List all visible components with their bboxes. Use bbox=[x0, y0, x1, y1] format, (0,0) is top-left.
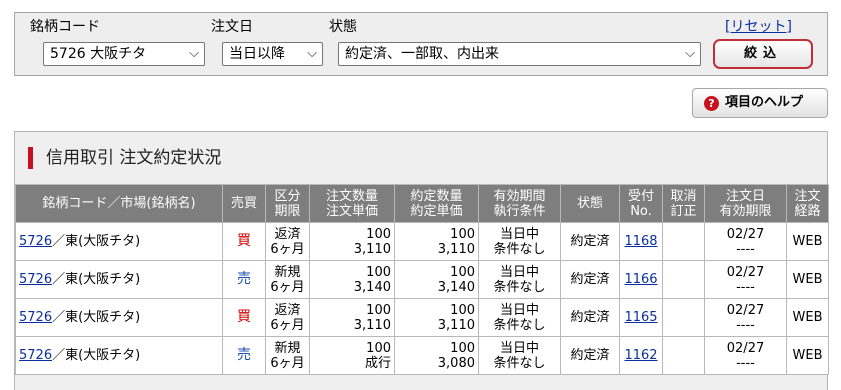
chevron-down-icon: ⌵ bbox=[189, 46, 199, 61]
status-cell: 約定済 bbox=[560, 336, 620, 375]
col-side-header: 売買 bbox=[222, 184, 266, 223]
col-order-qty-header: 注文数量 注文単価 bbox=[309, 184, 395, 223]
chevron-down-icon: ⌵ bbox=[685, 46, 695, 61]
validity-cell: 当日中 条件なし bbox=[478, 222, 561, 261]
kubun-cell: 新規 6ヶ月 bbox=[265, 336, 310, 375]
receipt-cell: 1165 bbox=[619, 298, 663, 337]
col-symbol-header: 銘柄コード／市場(銘柄名) bbox=[15, 184, 223, 223]
section-header: 信用取引 注文約定状況 bbox=[15, 132, 827, 184]
symbol-select-value: 5726 大阪チタ bbox=[50, 46, 147, 62]
symbol-label: 銘柄コード bbox=[30, 19, 100, 35]
status-cell: 約定済 bbox=[560, 222, 620, 261]
order-date-select-value: 当日以降 bbox=[229, 46, 285, 62]
col-validity-header: 有効期間 執行条件 bbox=[478, 184, 561, 223]
validity-cell: 当日中 条件なし bbox=[478, 336, 561, 375]
market-name: ／東(大阪チタ) bbox=[52, 234, 141, 249]
symbol-cell: 5726／東(大阪チタ) bbox=[15, 222, 223, 261]
symbol-code-link[interactable]: 5726 bbox=[19, 310, 52, 325]
question-icon: ? bbox=[704, 96, 719, 111]
reset-link[interactable]: [リセット] bbox=[725, 18, 792, 36]
col-cancel-header: 取消 訂正 bbox=[662, 184, 705, 223]
market-name: ／東(大阪チタ) bbox=[52, 348, 141, 363]
help-button-label: 項目のヘルプ bbox=[725, 95, 804, 110]
receipt-link[interactable]: 1168 bbox=[624, 234, 657, 249]
filter-button[interactable]: 絞込 bbox=[713, 39, 813, 69]
col-status-header: 状態 bbox=[560, 184, 620, 223]
field-help-button[interactable]: ? 項目のヘルプ bbox=[692, 88, 828, 118]
symbol-code-link[interactable]: 5726 bbox=[19, 272, 52, 287]
order-date-select[interactable]: 当日以降 ⌵ bbox=[222, 42, 323, 66]
symbol-code-link[interactable]: 5726 bbox=[19, 234, 52, 249]
status-cell: 約定済 bbox=[560, 260, 620, 299]
order-qty-cell: 100 3,140 bbox=[309, 260, 395, 299]
filter-panel: 銘柄コード 注文日 状態 [リセット] 5726 大阪チタ ⌵ 当日以降 ⌵ 約… bbox=[14, 12, 828, 76]
col-order-date-header: 注文日 有効期限 bbox=[704, 184, 787, 223]
exec-qty-cell: 100 3,110 bbox=[394, 222, 479, 261]
receipt-cell: 1168 bbox=[619, 222, 663, 261]
order-qty-cell: 100 3,110 bbox=[309, 298, 395, 337]
order-qty-cell: 100 3,110 bbox=[309, 222, 395, 261]
exec-qty-cell: 100 3,080 bbox=[394, 336, 479, 375]
symbol-code-link[interactable]: 5726 bbox=[19, 348, 52, 363]
side-cell: 買 bbox=[222, 222, 266, 261]
route-cell: WEB bbox=[786, 222, 829, 261]
table-row: 5726／東(大阪チタ) 売 新規 6ヶ月 100 成行 100 3,080 当日中条… bbox=[15, 336, 829, 375]
kubun-cell: 新規 6ヶ月 bbox=[265, 260, 310, 299]
col-route-header: 注文 経路 bbox=[786, 184, 829, 223]
route-cell: WEB bbox=[786, 336, 829, 375]
kubun-cell: 返済 6ヶ月 bbox=[265, 222, 310, 261]
receipt-link[interactable]: 1166 bbox=[624, 272, 657, 287]
market-name: ／東(大阪チタ) bbox=[52, 310, 141, 325]
cancel-cell bbox=[662, 222, 705, 261]
side-cell: 売 bbox=[222, 336, 266, 375]
side-cell: 売 bbox=[222, 260, 266, 299]
order-date-label: 注文日 bbox=[211, 19, 253, 35]
order-date-cell: 02/27 ---- bbox=[704, 222, 787, 261]
cancel-cell bbox=[662, 336, 705, 375]
receipt-cell: 1166 bbox=[619, 260, 663, 299]
order-date-cell: 02/27 ---- bbox=[704, 298, 787, 337]
receipt-link[interactable]: 1162 bbox=[624, 348, 657, 363]
validity-cell: 当日中 条件なし bbox=[478, 260, 561, 299]
exec-qty-cell: 100 3,140 bbox=[394, 260, 479, 299]
table-row: 5726／東(大阪チタ) 売 新規 6ヶ月 100 3,140 100 3,140 当… bbox=[15, 260, 829, 299]
chevron-down-icon: ⌵ bbox=[307, 46, 317, 61]
status-select-value: 約定済、一部取、内出来 bbox=[345, 46, 499, 62]
symbol-select[interactable]: 5726 大阪チタ ⌵ bbox=[43, 42, 205, 66]
cancel-cell bbox=[662, 298, 705, 337]
order-date-cell: 02/27 ---- bbox=[704, 260, 787, 299]
col-kubun-header: 区分 期限 bbox=[265, 184, 310, 223]
symbol-cell: 5726／東(大阪チタ) bbox=[15, 298, 223, 337]
side-cell: 買 bbox=[222, 298, 266, 337]
kubun-cell: 返済 6ヶ月 bbox=[265, 298, 310, 337]
order-qty-cell: 100 成行 bbox=[309, 336, 395, 375]
cancel-cell bbox=[662, 260, 705, 299]
status-select[interactable]: 約定済、一部取、内出来 ⌵ bbox=[338, 42, 701, 66]
table-row: 5726／東(大阪チタ) 買 返済 6ヶ月 100 3,110 100 3,110 当… bbox=[15, 222, 829, 261]
section-accent-bar bbox=[28, 147, 33, 169]
route-cell: WEB bbox=[786, 298, 829, 337]
col-exec-qty-header: 約定数量 約定単価 bbox=[394, 184, 479, 223]
orders-table: 銘柄コード／市場(銘柄名) 売買 区分 期限 注文数量 注文単価 約定数量 約定単価 … bbox=[15, 184, 829, 375]
market-name: ／東(大阪チタ) bbox=[52, 272, 141, 287]
table-header-row: 銘柄コード／市場(銘柄名) 売買 区分 期限 注文数量 注文単価 約定数量 約定単価 … bbox=[15, 184, 829, 223]
col-receipt-header: 受付 No. bbox=[619, 184, 663, 223]
receipt-link[interactable]: 1165 bbox=[624, 310, 657, 325]
status-label: 状態 bbox=[329, 19, 357, 35]
table-row: 5726／東(大阪チタ) 買 返済 6ヶ月 100 3,110 100 3,110 当… bbox=[15, 298, 829, 337]
section-title: 信用取引 注文約定状況 bbox=[46, 148, 222, 168]
validity-cell: 当日中 条件なし bbox=[478, 298, 561, 337]
receipt-cell: 1162 bbox=[619, 336, 663, 375]
status-cell: 約定済 bbox=[560, 298, 620, 337]
symbol-cell: 5726／東(大阪チタ) bbox=[15, 260, 223, 299]
route-cell: WEB bbox=[786, 260, 829, 299]
order-date-cell: 02/27 ---- bbox=[704, 336, 787, 375]
exec-qty-cell: 100 3,110 bbox=[394, 298, 479, 337]
symbol-cell: 5726／東(大阪チタ) bbox=[15, 336, 223, 375]
